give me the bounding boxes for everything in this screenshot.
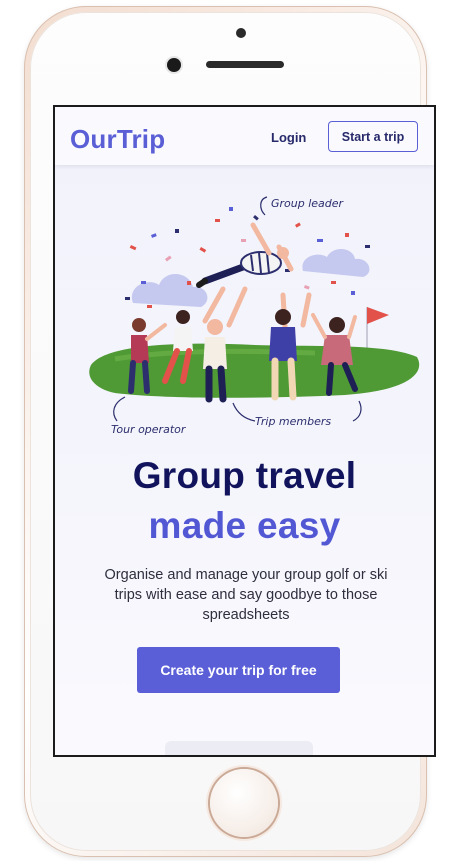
trip-members-arrow-right-icon <box>352 400 362 422</box>
home-button[interactable] <box>210 769 278 837</box>
brand-logo[interactable]: OurTrip <box>70 124 165 155</box>
proximity-sensor-icon <box>236 28 246 38</box>
partially-visible-element <box>165 741 313 755</box>
tour-operator-arrow-icon <box>113 396 126 422</box>
phone-screen: OurTrip Login Start a trip Group leader … <box>53 105 436 757</box>
hero-illustration: Group leader Tour operator Trip members <box>89 196 420 436</box>
cloud-right-icon <box>302 248 370 277</box>
headline-line-1: Group travel <box>132 455 357 496</box>
login-link[interactable]: Login <box>271 130 306 145</box>
group-leader-arrow-icon <box>260 196 268 216</box>
hero-description: Organise and manage your group golf or s… <box>104 567 388 623</box>
trip-members-arrow-left-icon <box>232 402 256 422</box>
front-camera-icon <box>167 58 181 72</box>
group-leader-label: Group leader <box>271 197 345 210</box>
tour-operator-label: Tour operator <box>111 423 187 436</box>
trip-members-label: Trip members <box>255 415 331 428</box>
start-trip-button[interactable]: Start a trip <box>328 121 418 152</box>
top-nav: OurTrip Login Start a trip <box>55 107 434 165</box>
cloud-left-icon <box>131 273 208 307</box>
headline-line-2: made easy <box>148 505 341 546</box>
group-leader-figure <box>196 222 294 288</box>
create-trip-button[interactable]: Create your trip for free <box>137 647 340 693</box>
earpiece-speaker-icon <box>206 61 284 68</box>
